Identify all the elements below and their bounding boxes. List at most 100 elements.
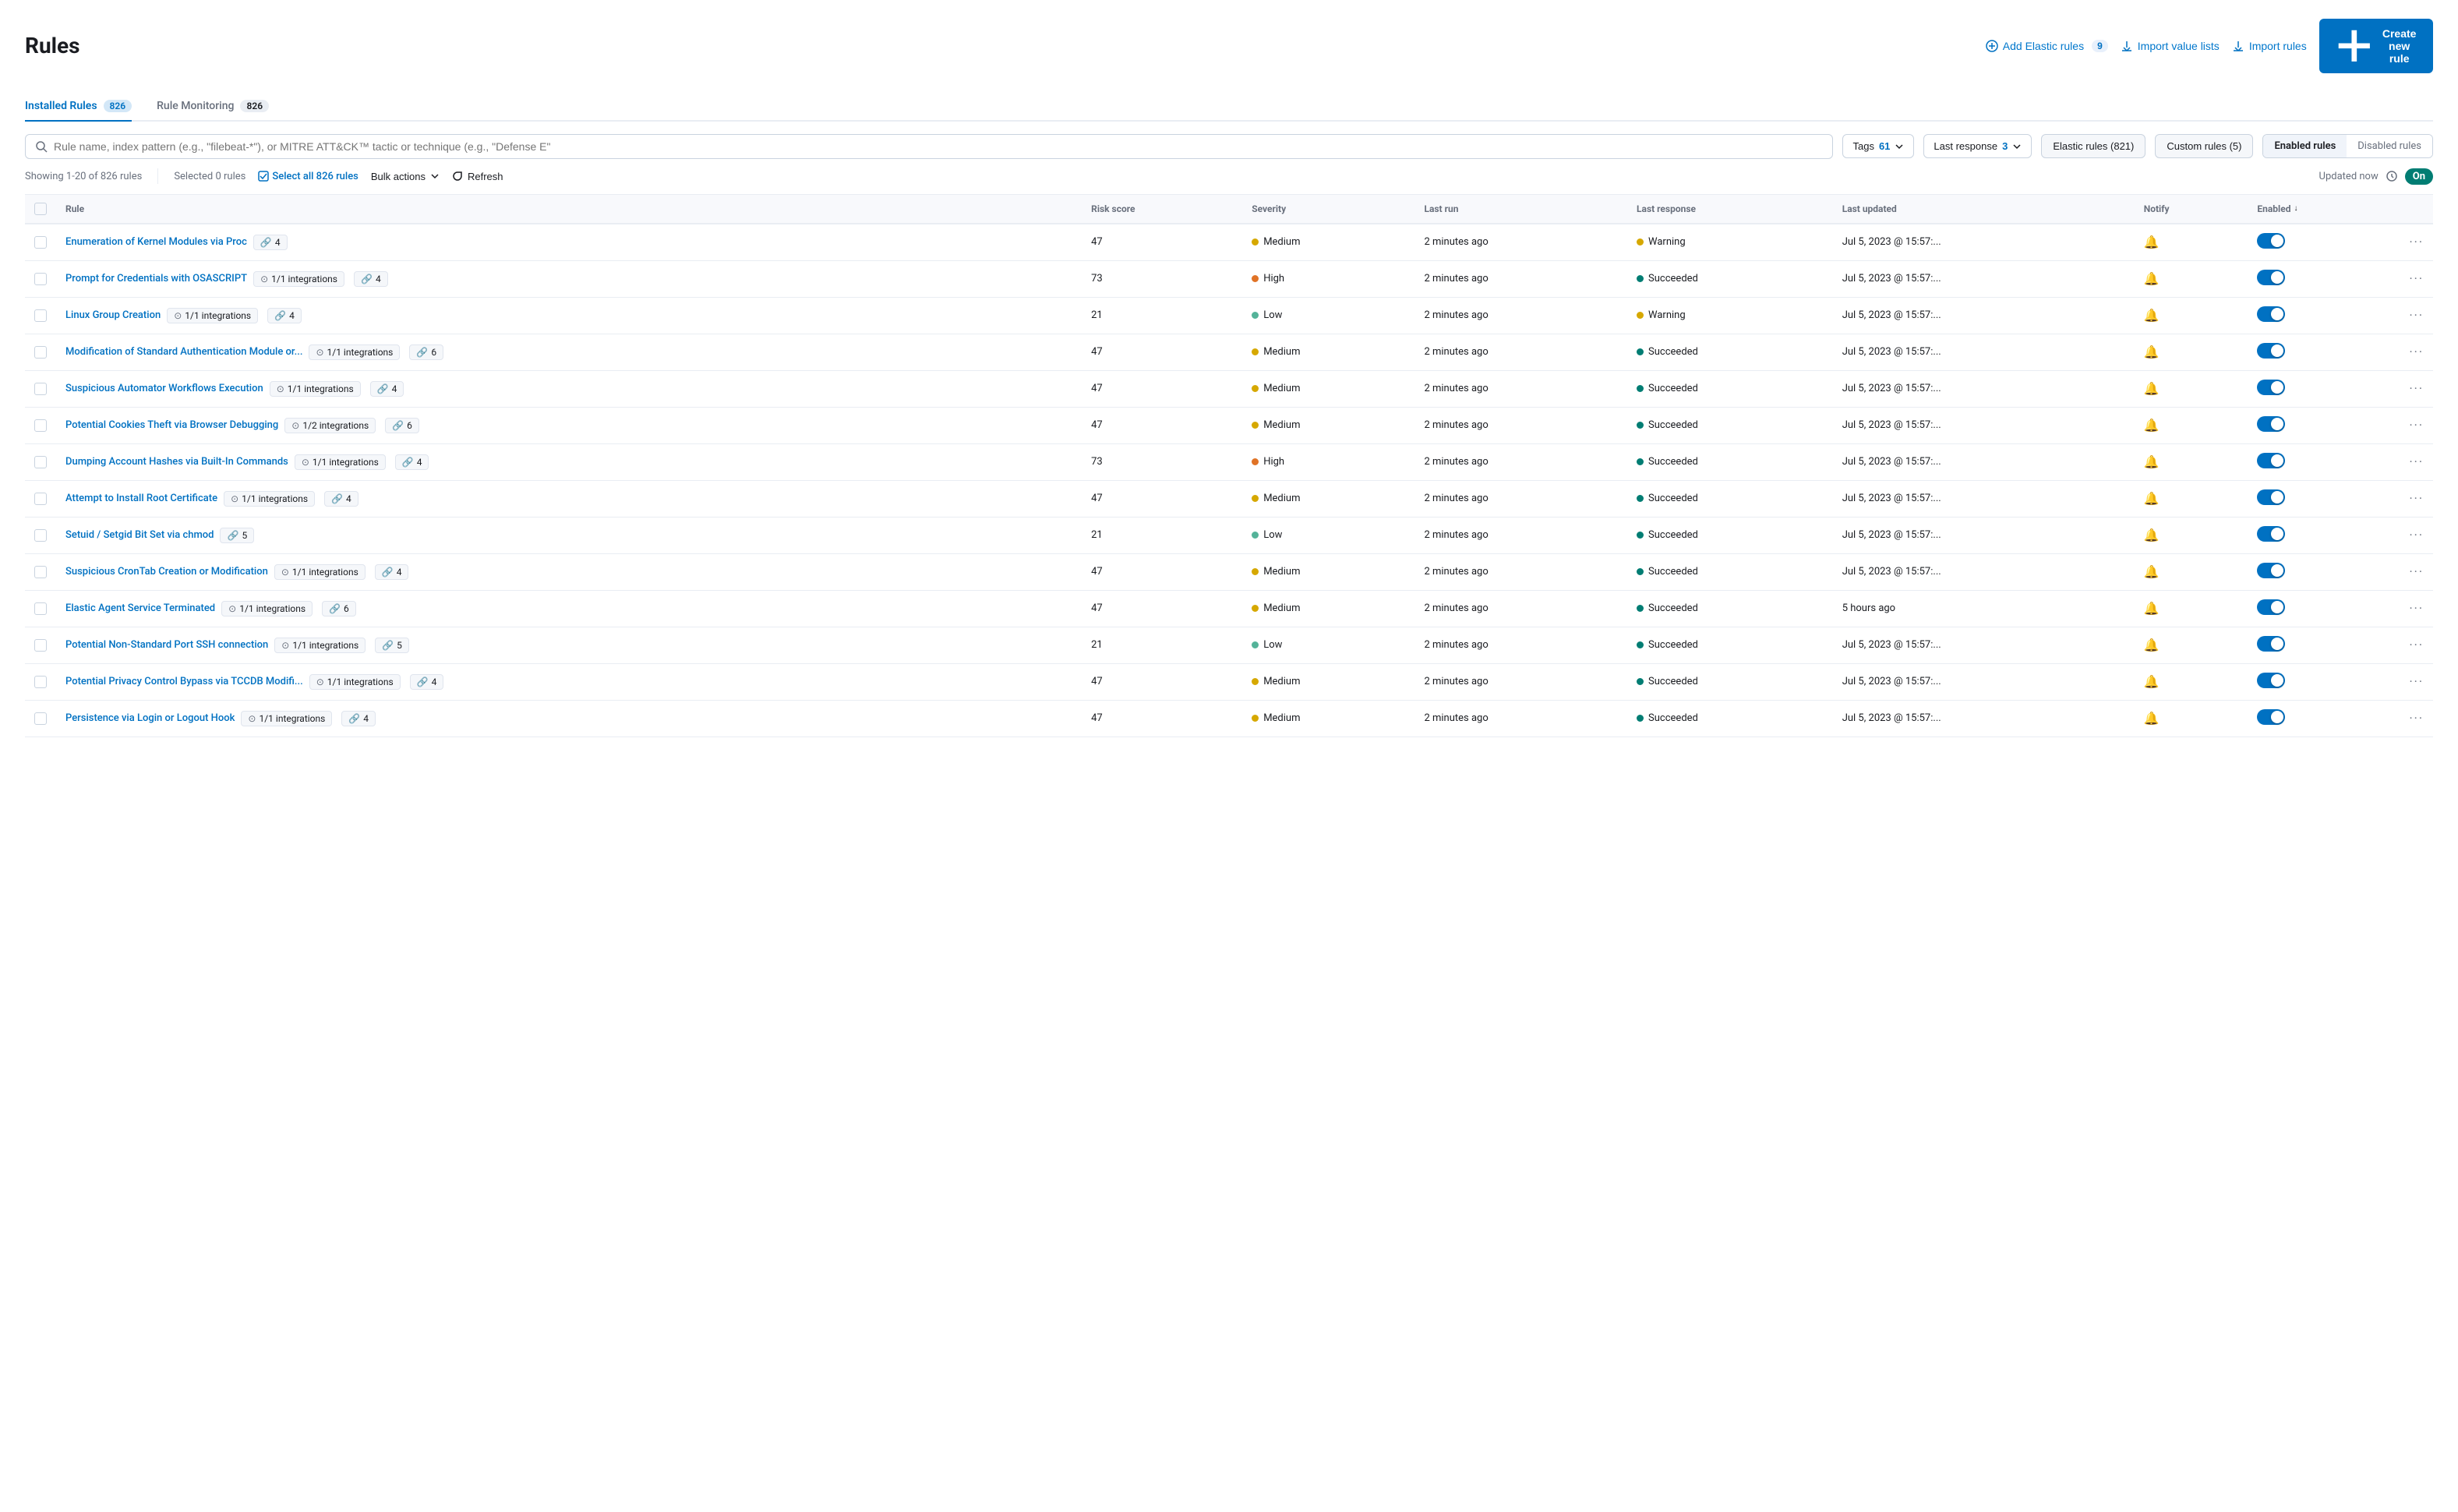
more-options-button[interactable]: ··· (2409, 418, 2424, 433)
integration-tag[interactable]: ⊙1/1 integrations (241, 711, 332, 726)
row-checkbox[interactable] (34, 676, 47, 688)
import-value-lists-button[interactable]: Import value lists (2121, 40, 2220, 52)
integration-tag[interactable]: ⊙1/1 integrations (167, 308, 258, 323)
rule-name-link[interactable]: Modification of Standard Authentication … (65, 346, 302, 358)
integration-tag[interactable]: ⊙1/1 integrations (274, 564, 366, 580)
enabled-toggle[interactable] (2257, 526, 2285, 542)
disabled-rules-toggle[interactable]: Disabled rules (2347, 135, 2432, 157)
enabled-toggle[interactable] (2257, 306, 2285, 322)
more-options-button[interactable]: ··· (2409, 711, 2424, 726)
integration-tag[interactable]: ⊙1/1 integrations (224, 491, 315, 507)
bulk-actions-button[interactable]: Bulk actions (371, 171, 440, 182)
enabled-toggle[interactable] (2257, 563, 2285, 578)
integration-tag[interactable]: ⊙1/1 integrations (309, 674, 401, 690)
enabled-toggle[interactable] (2257, 380, 2285, 395)
row-checkbox[interactable] (34, 419, 47, 432)
row-checkbox[interactable] (34, 309, 47, 322)
search-input[interactable] (54, 140, 1823, 153)
bell-icon[interactable]: 🔔 (2144, 381, 2160, 396)
enabled-toggle[interactable] (2257, 233, 2285, 249)
custom-rules-filter-button[interactable]: Custom rules (5) (2155, 134, 2253, 158)
integration-tag[interactable]: ⊙1/2 integrations (284, 418, 376, 433)
row-checkbox[interactable] (34, 273, 47, 285)
bell-icon[interactable]: 🔔 (2144, 344, 2160, 359)
more-options-button[interactable]: ··· (2409, 528, 2424, 542)
row-checkbox[interactable] (34, 236, 47, 249)
enabled-toggle[interactable] (2257, 270, 2285, 285)
row-checkbox[interactable] (34, 493, 47, 505)
row-checkbox[interactable] (34, 529, 47, 542)
on-pill-button[interactable]: On (2405, 168, 2433, 185)
bell-icon[interactable]: 🔔 (2144, 491, 2160, 506)
more-options-button[interactable]: ··· (2409, 454, 2424, 469)
select-all-checkbox[interactable] (34, 203, 47, 215)
rule-name-link[interactable]: Suspicious Automator Workflows Execution (65, 383, 263, 394)
bell-icon[interactable]: 🔔 (2144, 308, 2160, 323)
more-options-button[interactable]: ··· (2409, 235, 2424, 249)
row-checkbox[interactable] (34, 566, 47, 578)
rule-name-link[interactable]: Potential Non-Standard Port SSH connecti… (65, 639, 268, 651)
integration-tag[interactable]: ⊙1/1 integrations (309, 344, 400, 360)
more-options-button[interactable]: ··· (2409, 674, 2424, 689)
bell-icon[interactable]: 🔔 (2144, 418, 2160, 433)
refresh-button[interactable]: Refresh (452, 171, 503, 182)
bell-icon[interactable]: 🔔 (2144, 601, 2160, 616)
row-checkbox[interactable] (34, 346, 47, 359)
more-options-button[interactable]: ··· (2409, 601, 2424, 616)
integration-tag[interactable]: ⊙1/1 integrations (274, 638, 366, 653)
rule-name-link[interactable]: Linux Group Creation (65, 309, 161, 321)
select-all-checkbox-header[interactable] (25, 194, 56, 224)
search-box[interactable] (25, 134, 1833, 159)
create-new-rule-button[interactable]: Create new rule (2319, 19, 2433, 73)
enabled-toggle[interactable] (2257, 673, 2285, 688)
more-options-button[interactable]: ··· (2409, 271, 2424, 286)
tab-installed-rules[interactable]: Installed Rules 826 (25, 92, 132, 122)
more-options-button[interactable]: ··· (2409, 638, 2424, 652)
enabled-toggle[interactable] (2257, 709, 2285, 725)
add-elastic-rules-button[interactable]: Add Elastic rules 9 (1986, 40, 2108, 52)
enabled-toggle[interactable] (2257, 416, 2285, 432)
tags-filter-button[interactable]: Tags 61 (1842, 134, 1914, 158)
tab-rule-monitoring[interactable]: Rule Monitoring 826 (157, 92, 269, 122)
bell-icon[interactable]: 🔔 (2144, 638, 2160, 652)
more-options-button[interactable]: ··· (2409, 381, 2424, 396)
enabled-toggle[interactable] (2257, 636, 2285, 652)
enabled-toggle[interactable] (2257, 343, 2285, 359)
row-checkbox[interactable] (34, 639, 47, 652)
row-checkbox[interactable] (34, 602, 47, 615)
rule-name-link[interactable]: Potential Cookies Theft via Browser Debu… (65, 419, 278, 431)
bell-icon[interactable]: 🔔 (2144, 564, 2160, 579)
bell-icon[interactable]: 🔔 (2144, 235, 2160, 249)
rule-name-link[interactable]: Enumeration of Kernel Modules via Proc (65, 236, 247, 248)
integration-tag[interactable]: ⊙1/1 integrations (221, 601, 313, 616)
rule-name-link[interactable]: Dumping Account Hashes via Built-In Comm… (65, 456, 288, 468)
integration-tag[interactable]: ⊙1/1 integrations (253, 271, 344, 287)
bell-icon[interactable]: 🔔 (2144, 271, 2160, 286)
bell-icon[interactable]: 🔔 (2144, 528, 2160, 542)
integration-tag[interactable]: ⊙1/1 integrations (295, 454, 386, 470)
row-checkbox[interactable] (34, 383, 47, 395)
more-options-button[interactable]: ··· (2409, 308, 2424, 323)
rule-name-link[interactable]: Elastic Agent Service Terminated (65, 602, 215, 614)
select-all-link[interactable]: Select all 826 rules (258, 171, 358, 182)
rule-name-link[interactable]: Persistence via Login or Logout Hook (65, 712, 235, 724)
enabled-rules-toggle[interactable]: Enabled rules (2263, 135, 2347, 157)
rule-name-link[interactable]: Prompt for Credentials with OSASCRIPT (65, 273, 247, 284)
last-response-filter-button[interactable]: Last response 3 (1923, 134, 2032, 158)
rule-name-link[interactable]: Attempt to Install Root Certificate (65, 493, 217, 504)
more-options-button[interactable]: ··· (2409, 491, 2424, 506)
rule-name-link[interactable]: Setuid / Setgid Bit Set via chmod (65, 529, 214, 541)
more-options-button[interactable]: ··· (2409, 564, 2424, 579)
rule-name-link[interactable]: Potential Privacy Control Bypass via TCC… (65, 676, 303, 687)
elastic-rules-filter-button[interactable]: Elastic rules (821) (2041, 134, 2145, 158)
row-checkbox[interactable] (34, 712, 47, 725)
bell-icon[interactable]: 🔔 (2144, 674, 2160, 689)
bell-icon[interactable]: 🔔 (2144, 711, 2160, 726)
enabled-toggle[interactable] (2257, 453, 2285, 468)
enabled-toggle[interactable] (2257, 599, 2285, 615)
import-rules-button[interactable]: Import rules (2232, 40, 2307, 52)
rule-name-link[interactable]: Suspicious CronTab Creation or Modificat… (65, 566, 268, 578)
bell-icon[interactable]: 🔔 (2144, 454, 2160, 469)
integration-tag[interactable]: ⊙1/1 integrations (270, 381, 361, 397)
enabled-toggle[interactable] (2257, 489, 2285, 505)
